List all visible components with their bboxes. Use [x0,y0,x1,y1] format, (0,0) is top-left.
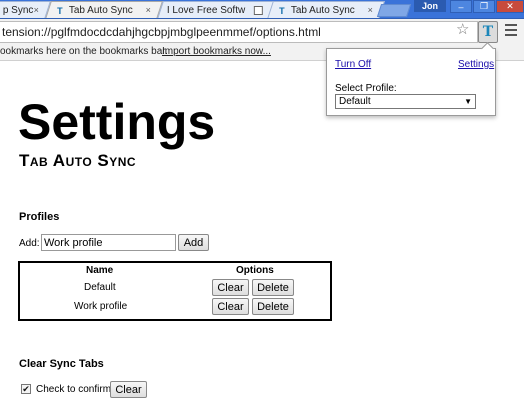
close-icon[interactable]: × [368,5,373,15]
browser-window: p Sync × T Tab Auto Sync × I Love Free S… [0,0,524,409]
tab-3-label: I Love Free Softw [166,5,246,16]
add-profile-input[interactable] [41,234,176,251]
extension-popup: Turn Off Settings Select Profile: Defaul… [326,42,496,116]
star-icon[interactable]: ☆ [456,22,469,38]
column-header-name: Name [86,265,114,276]
close-icon[interactable]: × [146,5,151,15]
delete-profile-button[interactable]: Delete [252,298,294,315]
menu-icon[interactable] [505,24,517,36]
profiles-heading: Profiles [19,211,60,223]
tab-auto-sync-extension-button[interactable]: T [478,21,498,43]
column-header-options: Options [236,265,274,276]
toolbar: tension://pglfmdocdcdahjhgcbpjmbglpeenmm… [0,19,524,45]
settings-link[interactable]: Settings [458,59,494,70]
tab-4[interactable]: T Tab Auto Sync × [267,1,385,18]
add-button[interactable]: Add [178,234,209,251]
close-icon[interactable]: × [34,5,39,15]
tab-auto-sync-icon: T [57,5,63,16]
page-subtitle: Tab Auto Sync [19,151,137,170]
confirm-label: Check to confirm [36,384,112,395]
profile-select-value: Default [339,96,371,107]
tab-4-label: Tab Auto Sync [290,5,355,16]
profile-badge[interactable]: Jon [414,0,446,12]
clear-profile-button[interactable]: Clear [212,279,249,296]
tab-3[interactable]: I Love Free Softw [157,1,275,18]
new-tab-button[interactable] [376,4,412,17]
clear-profile-button[interactable]: Clear [212,298,249,315]
profiles-table: Name Options Default Clear Delete Work p… [18,261,332,321]
close-window-button[interactable]: ✕ [496,0,524,13]
tab-1[interactable]: p Sync × [0,1,51,18]
turn-off-link[interactable]: Turn Off [335,59,371,70]
minimize-button[interactable]: – [450,0,472,13]
tab-2-label: Tab Auto Sync [68,5,133,16]
clear-sync-tabs-heading: Clear Sync Tabs [19,358,104,370]
profile-select[interactable]: Default ▼ [335,94,476,109]
tab-auto-sync-icon: T [279,5,285,16]
tab-2-active[interactable]: T Tab Auto Sync × [45,1,163,18]
tab-auto-sync-icon: T [482,24,494,40]
page-title: Settings [18,94,216,150]
page-icon [253,6,263,15]
import-bookmarks-link[interactable]: Import bookmarks now... [162,45,271,59]
clear-sync-tabs-button[interactable]: Clear [110,381,147,398]
tab-strip: p Sync × T Tab Auto Sync × I Love Free S… [0,0,524,19]
dropdown-arrow-icon: ▼ [464,97,472,106]
address-bar[interactable]: tension://pglfmdocdcdahjhgcbpjmbglpeenmm… [0,21,478,43]
profile-name: Default [84,282,116,293]
tab-1-label: p Sync [2,5,34,16]
add-label: Add: [19,238,40,249]
restore-button[interactable]: ❐ [473,0,495,13]
confirm-checkbox[interactable]: ✔ [21,384,31,394]
select-profile-label: Select Profile: [335,83,397,94]
profile-name: Work profile [74,301,128,312]
bookmarks-hint: ookmarks here on the bookmarks bar. [0,46,168,57]
delete-profile-button[interactable]: Delete [252,279,294,296]
